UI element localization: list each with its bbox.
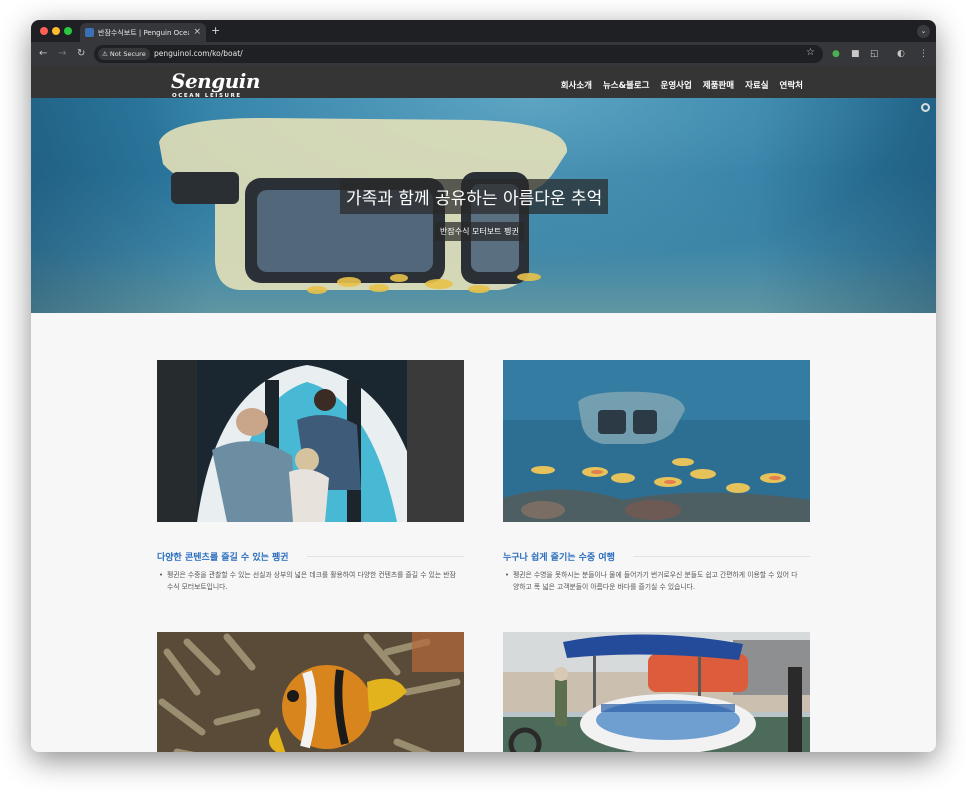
nav-item-products[interactable]: 제품판매 [703, 79, 734, 91]
hero-banner: 가족과 함께 공유하는 아름다운 추억 반잠수식 모터보트 펭귄 [31, 98, 936, 313]
web-page: Senguin OCEAN LEISURE 회사소개 뉴스&블로그 운영사업 제… [31, 66, 936, 752]
browser-tab[interactable]: 반잠수식보트 | Penguin Ocean L × [80, 23, 206, 42]
main-nav: 회사소개 뉴스&블로그 운영사업 제품판매 자료실 연락처 [561, 79, 803, 91]
feature-description-text: 펭귄은 수중을 관찰할 수 있는 선실과 상부의 넓은 데크를 활용하여 다양한… [167, 571, 456, 591]
close-window-button[interactable] [40, 27, 48, 35]
logo-wordmark: Senguin [171, 69, 260, 93]
browser-menu-icon[interactable]: ⋮ [919, 48, 928, 60]
profile-avatar-icon[interactable]: ◐ [897, 48, 905, 60]
nav-item-news-blog[interactable]: 뉴스&블로그 [603, 79, 650, 91]
tab-title: 반잠수식보트 | Penguin Ocean L [98, 28, 189, 37]
tab-close-icon[interactable]: × [193, 28, 201, 37]
feature-title-underwater: 누구나 쉽게 즐기는 수중 여행 [503, 553, 615, 563]
site-logo[interactable]: Senguin OCEAN LEISURE [171, 69, 260, 101]
title-divider [307, 556, 464, 557]
boat-dock-photo [503, 632, 810, 752]
nav-item-operations[interactable]: 운영사업 [661, 79, 692, 91]
feature-title-contents: 다양한 콘텐츠를 즐길 수 있는 펭귄 [157, 553, 289, 563]
tab-bar: 반잠수식보트 | Penguin Ocean L × + ⌄ [31, 20, 936, 42]
hero-subtitle: 반잠수식 모터보트 펭귄 [435, 222, 524, 241]
browser-window: 반잠수식보트 | Penguin Ocean L × + ⌄ ← → ↻ ⚠ N… [31, 20, 936, 752]
address-bar[interactable]: ⚠ Not Secure penguinol.com/ko/boat/ ☆ [94, 45, 823, 63]
feature-description-text: 펭귄은 수영을 못하시는 분들이나 물에 들어가기 번거로우신 분들도 쉽고 간… [513, 571, 798, 591]
reload-icon[interactable]: ↻ [77, 47, 85, 61]
tab-search-chevron-icon[interactable]: ⌄ [917, 25, 930, 38]
feature-description-underwater: • 펭귄은 수영을 못하시는 분들이나 물에 들어가기 번거로우신 분들도 쉽고… [503, 569, 803, 593]
extension-green-icon[interactable]: ● [832, 48, 840, 60]
title-divider [633, 556, 810, 557]
maximize-window-button[interactable] [64, 27, 72, 35]
security-status-chip[interactable]: ⚠ Not Secure [98, 48, 150, 60]
extensions-puzzle-icon[interactable]: ◱ [870, 48, 879, 60]
nav-item-contact[interactable]: 연락처 [780, 79, 803, 91]
feature-description-contents: • 펭귄은 수중을 관찰할 수 있는 선실과 상부의 넓은 데크를 활용하여 다… [157, 569, 457, 593]
new-tab-button[interactable]: + [211, 24, 220, 38]
underwater-boat-photo [503, 360, 810, 522]
extension-icon[interactable]: ■ [851, 48, 860, 60]
minimize-window-button[interactable] [52, 27, 60, 35]
nav-item-resources[interactable]: 자료실 [745, 79, 768, 91]
url-text[interactable]: penguinol.com/ko/boat/ [154, 48, 243, 60]
clownfish-photo [157, 632, 464, 752]
slider-dot-icon[interactable] [921, 103, 930, 112]
bullet-icon: • [505, 571, 510, 579]
site-header: Senguin OCEAN LEISURE 회사소개 뉴스&블로그 운영사업 제… [31, 66, 936, 101]
bullet-icon: • [159, 571, 164, 579]
cabin-family-photo [157, 360, 464, 522]
bookmark-star-icon[interactable]: ☆ [806, 47, 815, 58]
favicon-icon [85, 28, 94, 37]
forward-arrow-icon[interactable]: → [58, 47, 66, 61]
browser-toolbar: ← → ↻ ⚠ Not Secure penguinol.com/ko/boat… [31, 42, 936, 66]
nav-item-company[interactable]: 회사소개 [561, 79, 592, 91]
hero-title: 가족과 함께 공유하는 아름다운 추억 [340, 179, 609, 214]
back-arrow-icon[interactable]: ← [39, 47, 47, 61]
